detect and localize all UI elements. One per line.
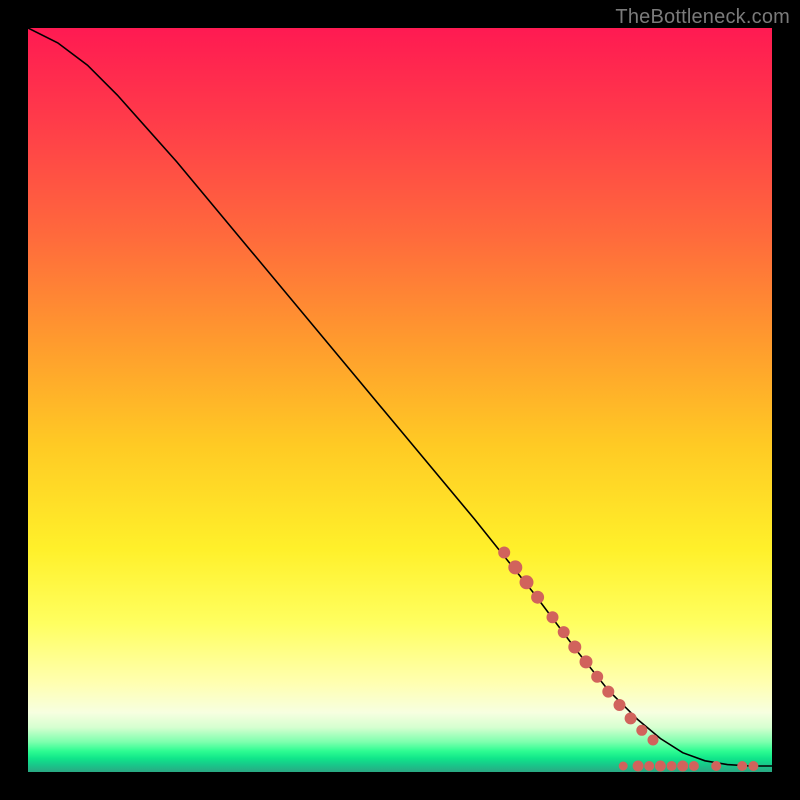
marker-group [499, 547, 758, 771]
data-marker [689, 762, 698, 771]
data-marker [569, 641, 581, 653]
data-marker [749, 762, 758, 771]
data-marker [645, 762, 654, 771]
attribution-label: TheBottleneck.com [615, 6, 790, 29]
chart-svg [28, 28, 772, 772]
chart-stage: TheBottleneck.com [0, 0, 800, 800]
data-marker [633, 761, 643, 771]
data-marker [547, 612, 558, 623]
data-marker [580, 656, 592, 668]
data-marker [499, 547, 510, 558]
data-marker [592, 671, 603, 682]
data-marker [619, 762, 627, 770]
data-marker [648, 735, 658, 745]
data-marker [558, 627, 569, 638]
data-marker [655, 761, 665, 771]
data-marker [738, 762, 747, 771]
data-marker [532, 591, 544, 603]
data-marker [509, 561, 522, 574]
data-marker [637, 725, 647, 735]
data-marker [667, 762, 676, 771]
data-marker [712, 762, 721, 771]
bottleneck-curve [28, 28, 772, 766]
data-marker [678, 761, 688, 771]
data-marker [625, 713, 636, 724]
data-marker [614, 700, 625, 711]
data-marker [520, 576, 533, 589]
plot-area [28, 28, 772, 772]
data-marker [603, 686, 614, 697]
